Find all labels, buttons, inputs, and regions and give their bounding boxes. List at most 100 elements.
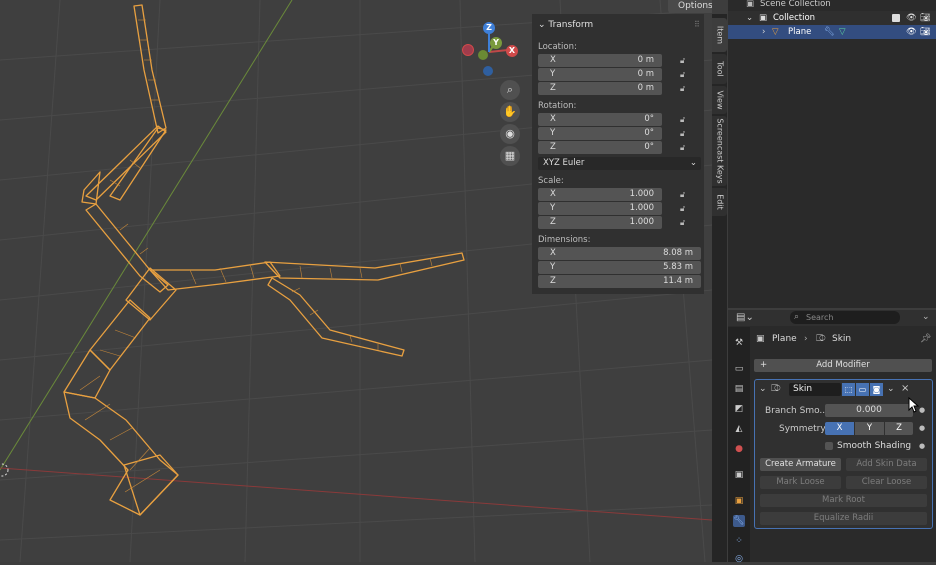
world-icon[interactable]: ● (733, 443, 745, 455)
expand-arrow-icon[interactable]: › (762, 25, 765, 39)
modifier-name-field[interactable]: Skin (789, 383, 841, 396)
panel-drag-handle-icon[interactable]: ⠿ (694, 20, 700, 29)
outliner-row-plane[interactable]: › ▽ Plane 🔧︎ ▽ 👁︎ 📷︎ (728, 25, 936, 39)
rotation-z-field[interactable]: Z 0° (538, 141, 662, 154)
dimensions-z-field[interactable]: Z 11.4 m (538, 275, 701, 288)
add-modifier-button[interactable]: + Add Modifier (754, 359, 932, 372)
tab-screencast-keys[interactable]: Screencast Keys (712, 116, 727, 186)
wrench-icon[interactable]: 🔧︎ (824, 25, 835, 39)
transform-panel-header[interactable]: ⌄ Transform (538, 20, 593, 30)
eye-icon[interactable]: 👁︎ (906, 25, 917, 39)
object-icon[interactable]: ▣ (733, 495, 745, 507)
lock-icon[interactable]: 🔓︎ (680, 204, 689, 213)
3d-cursor (0, 463, 9, 477)
chevron-down-icon[interactable]: ⌄ (922, 312, 930, 322)
tool-icon[interactable]: ⚒ (733, 337, 745, 349)
properties-tabs: ⚒ ▭ ▤ ◩ ◭ ● ▣ ▣ 🔧︎ ⁘ ◎ (728, 327, 750, 565)
navigation-gizmo[interactable]: Z X Y (460, 18, 520, 78)
render-camera-icon[interactable]: ◙ (870, 383, 883, 396)
tab-view[interactable]: View (712, 86, 727, 114)
dimensions-label: Dimensions: (538, 235, 591, 245)
search-icon: ⌕ (794, 312, 800, 322)
dimensions-y-field[interactable]: Y 5.83 m (538, 261, 701, 274)
scale-x-field[interactable]: X 1.000 (538, 188, 662, 201)
outliner-row-collection[interactable]: ⌄ ▣ Collection 👁︎ 📷︎ (728, 11, 936, 25)
output-icon[interactable]: ▤ (733, 383, 745, 395)
camera-icon[interactable]: ◉ (500, 124, 520, 144)
camera-render-icon[interactable]: 📷︎ (920, 11, 931, 25)
dimensions-x-field[interactable]: X 8.08 m (538, 247, 701, 260)
equalize-radii-button[interactable]: Equalize Radii (760, 512, 927, 525)
create-armature-button[interactable]: Create Armature (760, 458, 841, 471)
rotation-mode-select[interactable]: XYZ Euler ⌄ (538, 157, 701, 170)
physics-icon[interactable]: ◎ (733, 553, 745, 565)
hand-icon[interactable]: ✋ (500, 102, 520, 122)
pin-icon[interactable]: 📌︎ (920, 334, 931, 344)
rotation-x-field[interactable]: X 0° (538, 113, 662, 126)
checkbox-icon[interactable] (892, 14, 900, 22)
view-layer-icon[interactable]: ◩ (733, 403, 745, 415)
skin-modifier-icon: ⎄ (816, 334, 826, 344)
editor-type-icon[interactable]: ▤⌄ (736, 312, 754, 323)
scene-collection-icon: ▣ (746, 0, 755, 9)
symmetry-y-toggle[interactable]: Y (855, 422, 884, 435)
symmetry-z-toggle[interactable]: Z (885, 422, 913, 435)
render-icon[interactable]: ▭ (733, 363, 745, 375)
location-y-field[interactable]: Y0 m (538, 68, 662, 81)
grid-icon[interactable]: ▦ (500, 146, 520, 166)
dropdown-icon[interactable]: ⌄ (887, 384, 895, 394)
lock-icon[interactable]: 🔓︎ (680, 129, 689, 138)
mark-root-button[interactable]: Mark Root (760, 494, 927, 507)
scale-y-field[interactable]: Y 1.000 (538, 202, 662, 215)
gizmo-neg-y-icon[interactable] (478, 50, 488, 60)
animate-dot-icon[interactable]: ● (919, 442, 925, 450)
gizmo-z-icon[interactable]: Z (483, 22, 495, 34)
location-z-field[interactable]: Z0 m (538, 82, 662, 95)
gizmo-neg-x-icon[interactable] (462, 44, 474, 56)
location-x-field[interactable]: X0 m (538, 54, 662, 67)
lock-icon[interactable]: 🔓︎ (680, 84, 689, 93)
tab-edit[interactable]: Edit (712, 188, 727, 216)
gizmo-x-icon[interactable]: X (506, 45, 518, 57)
collapse-arrow-icon[interactable]: ⌄ (759, 384, 767, 394)
clear-loose-button[interactable]: Clear Loose (846, 476, 927, 489)
symmetry-x-toggle[interactable]: X (825, 422, 854, 435)
close-icon[interactable]: × (901, 383, 909, 394)
lock-icon[interactable]: 🔓︎ (680, 190, 689, 199)
mesh-data-icon[interactable]: ▽ (839, 25, 846, 39)
smooth-shading-checkbox[interactable] (825, 442, 833, 450)
scale-z-field[interactable]: Z 1.000 (538, 216, 662, 229)
camera-render-icon[interactable]: 📷︎ (920, 25, 931, 39)
skin-wireframe-mesh (63, 4, 465, 516)
outliner-row-scene-collection[interactable]: ▣ Scene Collection (728, 0, 936, 11)
modifier-wrench-icon[interactable]: 🔧︎ (733, 515, 745, 527)
eye-icon[interactable]: 👁︎ (906, 11, 917, 25)
tab-item[interactable]: Item (712, 18, 727, 52)
tab-tool[interactable]: Tool (712, 54, 727, 84)
search-input[interactable]: ⌕ Search (790, 311, 900, 324)
expand-arrow-icon[interactable]: ⌄ (746, 11, 753, 25)
rotation-label: Rotation: (538, 101, 577, 111)
collection-label: Collection (773, 13, 816, 23)
options-button[interactable]: Options ⌄ (668, 0, 712, 24)
lock-icon[interactable]: 🔓︎ (680, 143, 689, 152)
scene-icon[interactable]: ◭ (733, 423, 745, 435)
particles-icon[interactable]: ⁘ (733, 535, 745, 547)
viewport-display-icon[interactable]: ▭ (856, 383, 869, 396)
rotation-y-field[interactable]: Y 0° (538, 127, 662, 140)
lock-icon[interactable]: 🔓︎ (680, 218, 689, 227)
lock-icon[interactable]: 🔓︎ (680, 115, 689, 124)
breadcrumb-object: Plane (772, 334, 797, 344)
mark-loose-button[interactable]: Mark Loose (760, 476, 841, 489)
animate-dot-icon[interactable]: ● (919, 424, 925, 432)
edit-mode-icon[interactable]: ⬚ (842, 383, 855, 396)
zoom-icon[interactable]: ⌕ (500, 80, 520, 100)
gizmo-neg-z-icon[interactable] (483, 66, 493, 76)
branch-smoothing-field[interactable]: 0.000 (825, 404, 913, 417)
collection-icon[interactable]: ▣ (733, 469, 745, 481)
gizmo-y-icon[interactable]: Y (490, 37, 502, 49)
lock-icon[interactable]: 🔓︎ (680, 56, 689, 65)
transform-panel: ⌄ Transform ⠿ Location: X0 m Y0 m Z0 m 🔓… (532, 14, 704, 294)
lock-icon[interactable]: 🔓︎ (680, 70, 689, 79)
add-skin-data-button[interactable]: Add Skin Data (846, 458, 927, 471)
